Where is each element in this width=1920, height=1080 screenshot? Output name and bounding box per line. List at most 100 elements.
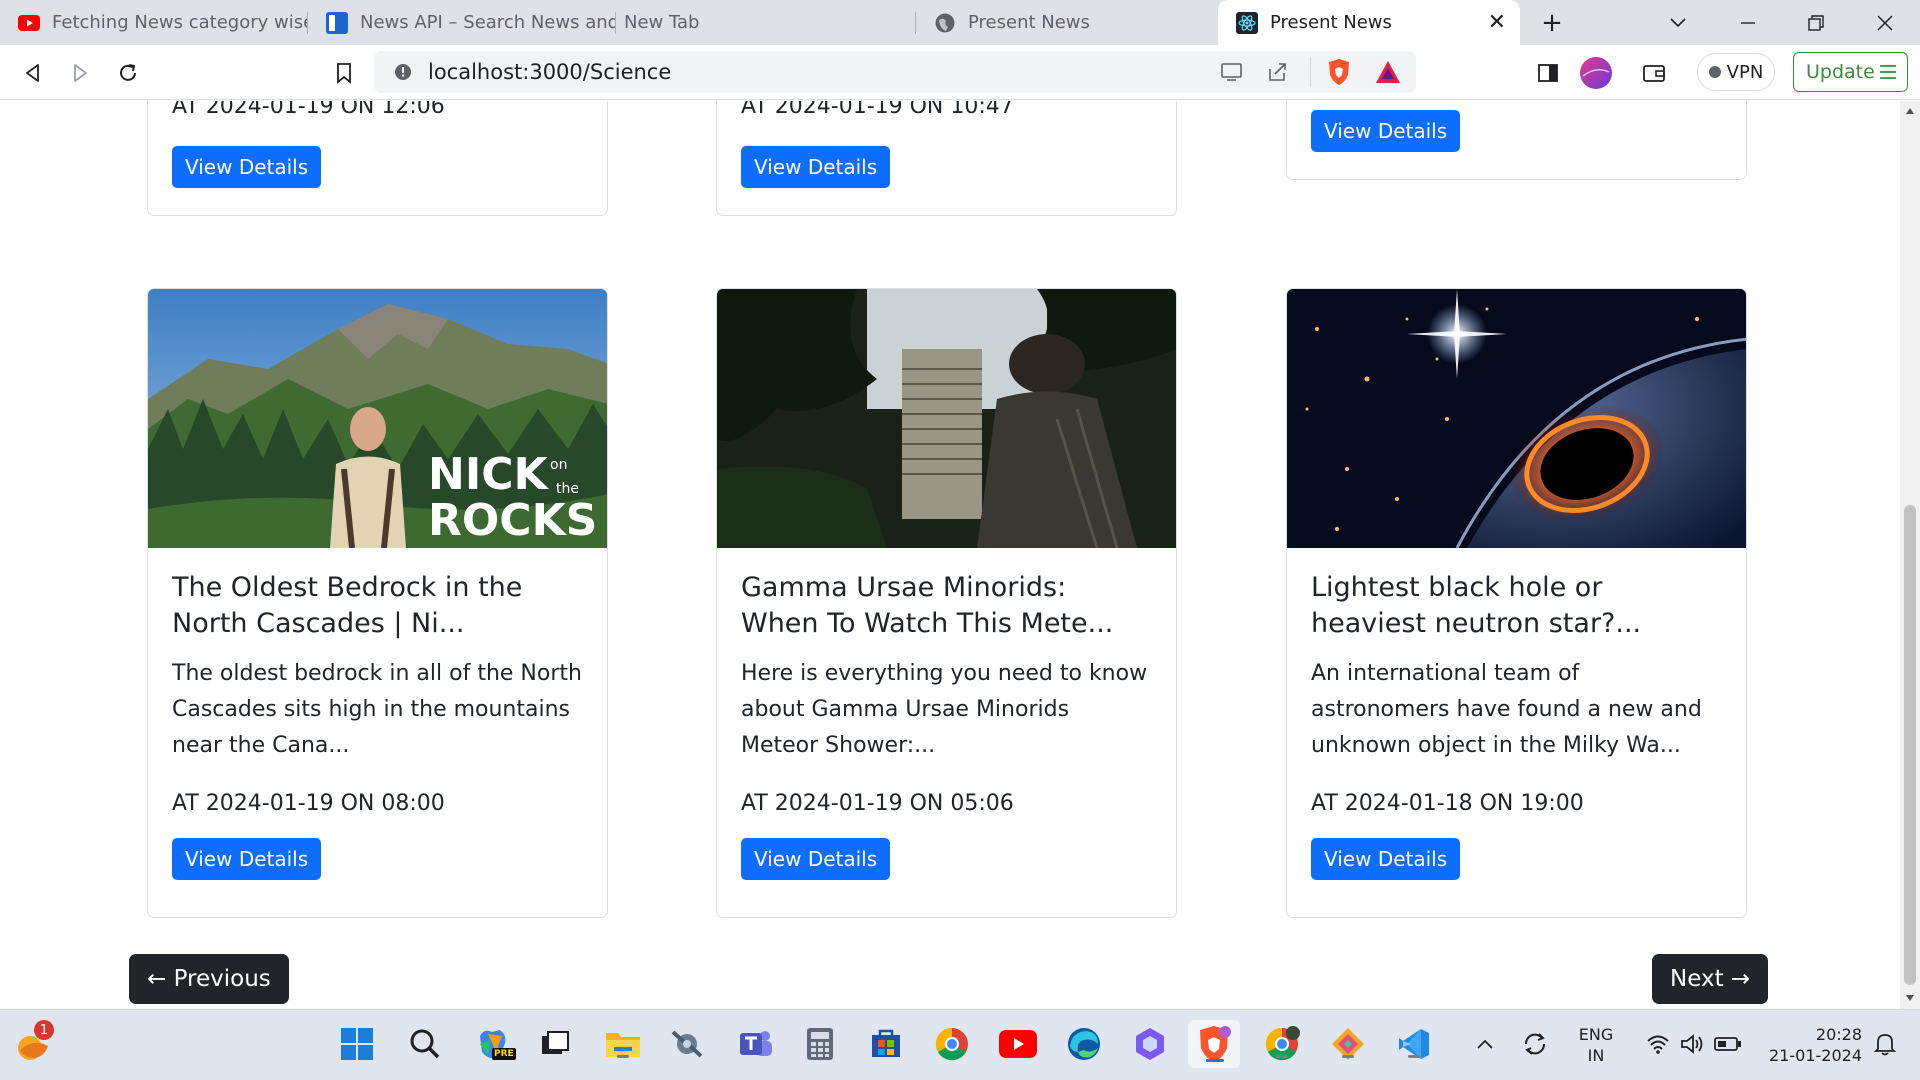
tab-title: Present News [1270,12,1392,33]
edge-button[interactable] [1064,1024,1104,1064]
cast-icon[interactable] [1220,61,1244,87]
brave-rewards-icon[interactable] [1374,59,1402,89]
view-details-button[interactable]: View Details [172,146,322,188]
chrome-icon [935,1027,968,1061]
page-scrollbar[interactable] [1900,101,1920,1009]
tab-search-button[interactable] [1661,6,1695,40]
reload-button[interactable] [110,55,146,91]
news-card-top-2: AT 2024-01-19 ON 10:47 View Details [716,101,1177,216]
brave-taskbar-button[interactable] [1188,1020,1240,1068]
vpn-button[interactable]: VPN [1697,53,1775,91]
plus-icon: + [1541,8,1563,38]
view-details-button[interactable]: View Details [172,838,322,880]
card-title: Lightest black hole or heaviest neutron … [1311,572,1642,639]
sidebar-icon [1538,64,1558,82]
task-view-button[interactable] [535,1024,575,1064]
view-details-button[interactable]: View Details [1311,838,1461,880]
edge-icon [1068,1028,1100,1060]
sync-button[interactable] [1518,1024,1552,1064]
news-card-top-1: AT 2024-01-19 ON 12:06 View Details [147,101,608,216]
previous-button[interactable]: ← Previous [129,954,289,1004]
address-bar[interactable]: localhost:3000/Science [374,51,1416,93]
brave-shields-icon[interactable] [1326,58,1352,90]
tab-title: Fetching News category wise in [52,12,308,33]
copilot-button[interactable]: PRE [472,1024,516,1064]
profile-avatar[interactable] [1578,55,1614,91]
view-details-button[interactable]: View Details [1311,110,1461,152]
chevron-up-icon [1477,1039,1493,1049]
view-details-button[interactable]: View Details [741,838,891,880]
show-hidden-icons-button[interactable] [1470,1024,1500,1064]
windows-taskbar: 1 PRE ENG IN 20:28 21-01-2024 [0,1009,1920,1080]
reload-icon [120,64,136,81]
site-info-icon[interactable] [394,63,412,85]
avatar-icon [1580,57,1612,89]
snipping-tool-button[interactable] [667,1024,707,1064]
share-icon[interactable] [1266,61,1288,87]
scroll-up-icon[interactable] [1905,107,1915,115]
news-card: Lightest black hole or heaviest neutron … [1286,288,1747,918]
news-card-top-3: View Details [1286,101,1747,180]
forward-arrow-icon [74,64,87,82]
tab-present-news-active[interactable]: Present News ✕ [1218,0,1520,45]
minimize-button[interactable] [1731,6,1765,40]
news-card: NICK ROCKS on the The Oldest Bedrock in … [147,288,608,918]
scrollbar-thumb[interactable] [1904,505,1916,985]
card-image [1287,289,1746,548]
sidebar-toggle-button[interactable] [1530,55,1566,91]
tab-title: News API – Search News and B [360,12,616,33]
vscode-button[interactable] [1394,1024,1434,1064]
tab-newsapi[interactable]: News API – Search News and B [308,0,616,45]
vpn-label: VPN [1726,61,1764,83]
close-window-button[interactable] [1868,6,1902,40]
close-icon[interactable]: ✕ [1488,10,1506,35]
logo-text: the [556,481,579,497]
scroll-down-icon[interactable] [1905,994,1915,1002]
quick-settings-button[interactable] [1634,1024,1754,1064]
language-indicator[interactable]: ENG IN [1568,1024,1624,1066]
pinned-app-button[interactable] [1328,1024,1368,1064]
space-photo [1287,289,1746,548]
card-description: The oldest bedrock in all of the North C… [172,661,582,758]
card-date: AT 2024-01-19 ON 12:06 [172,101,445,119]
youtube-app-button[interactable] [998,1024,1038,1064]
start-button[interactable] [337,1024,377,1064]
view-details-button[interactable]: View Details [741,146,891,188]
tab-new-tab[interactable]: New Tab [616,0,916,45]
wallet-button[interactable] [1636,55,1672,91]
bookmark-button[interactable] [326,55,362,91]
tab-title: New Tab [624,12,700,33]
volume-icon [1681,1034,1703,1054]
clock[interactable]: 20:28 21-01-2024 [1752,1024,1862,1066]
globe-icon [934,12,956,34]
store-button[interactable] [866,1024,906,1064]
copilot-app-button[interactable] [1130,1024,1170,1064]
bookmark-icon [337,63,351,84]
restore-button[interactable] [1799,6,1833,40]
next-button[interactable]: Next → [1652,954,1769,1004]
card-date: AT 2024-01-19 ON 05:06 [741,791,1014,816]
file-explorer-button[interactable] [603,1024,643,1064]
chrome-button[interactable] [932,1024,972,1064]
calculator-icon [807,1028,833,1060]
forward-button[interactable] [62,55,98,91]
url-text[interactable]: localhost:3000/Science [428,60,671,84]
teams-button[interactable] [736,1024,776,1064]
tab-youtube[interactable]: Fetching News category wise in [0,0,308,45]
update-button[interactable]: Update [1793,52,1908,92]
chrome-profile-button[interactable] [1262,1024,1302,1064]
vpn-status-icon [1708,66,1721,78]
tab-present-news-1[interactable]: Present News [916,0,1216,45]
new-tab-button[interactable]: + [1535,6,1569,40]
calculator-button[interactable] [800,1024,840,1064]
back-button[interactable] [15,55,51,91]
notifications-button[interactable] [1868,1024,1902,1064]
news-card: Gamma Ursae Minorids: When To Watch This… [716,288,1177,918]
weather-widget[interactable]: 1 [14,1020,54,1064]
card-description: Here is everything you need to know abou… [741,661,1148,758]
search-button[interactable] [405,1024,445,1064]
card-image [717,289,1176,548]
satellite-icon [671,1030,703,1058]
card-title: Gamma Ursae Minorids: When To Watch This… [741,572,1114,639]
card-description: An international team of astronomers hav… [1311,661,1702,758]
